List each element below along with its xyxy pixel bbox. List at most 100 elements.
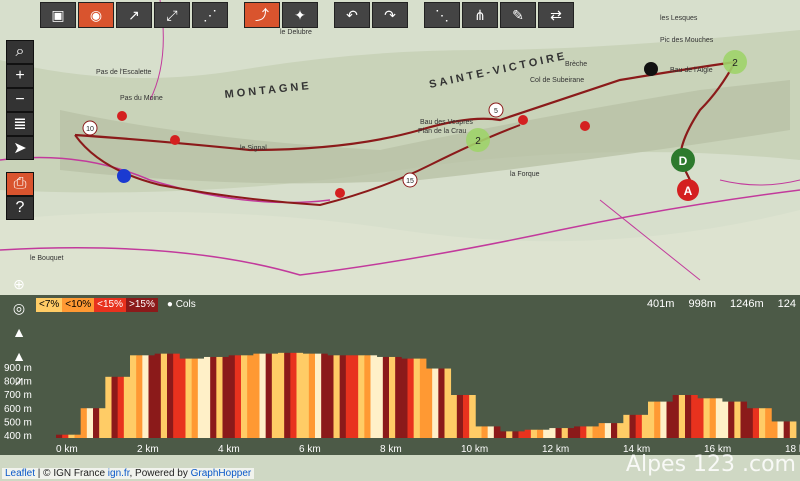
waypoint-marker-15[interactable]: 15 bbox=[402, 172, 418, 188]
locate-icon[interactable]: ➤ bbox=[6, 136, 34, 160]
profile-segment bbox=[86, 408, 94, 438]
profile-segment bbox=[148, 355, 156, 438]
profile-segment bbox=[500, 431, 507, 438]
zoom-in-icon[interactable]: + bbox=[6, 64, 34, 88]
graphhopper-link[interactable]: GraphHopper bbox=[191, 468, 252, 479]
poi-marker-3[interactable] bbox=[335, 188, 345, 198]
branch-icon[interactable]: ⋔ bbox=[462, 2, 498, 28]
legend-over15: >15% bbox=[126, 298, 158, 312]
profile-segment bbox=[703, 398, 711, 438]
profile-segment bbox=[105, 376, 112, 438]
col-marker[interactable] bbox=[644, 62, 658, 76]
svg-text:2: 2 bbox=[475, 136, 481, 147]
globe-icon[interactable]: ◎ bbox=[6, 296, 32, 320]
route-icon[interactable]: ↗ bbox=[116, 2, 152, 28]
search-icon[interactable]: ⌕ bbox=[6, 40, 34, 64]
profile-segment bbox=[604, 423, 612, 438]
profile-segment bbox=[123, 376, 131, 438]
profile-segment bbox=[364, 355, 371, 438]
label-pic-mouches: Pic des Mouches bbox=[660, 37, 714, 44]
poi-marker-4[interactable] bbox=[518, 115, 528, 125]
target-icon[interactable]: ⊕ bbox=[6, 272, 32, 296]
profile-segment bbox=[574, 426, 581, 438]
svg-text:D: D bbox=[679, 154, 688, 168]
ign-link[interactable]: ign.fr bbox=[108, 468, 130, 479]
end-marker-d[interactable]: D bbox=[671, 148, 695, 172]
endpoints-icon[interactable]: ⤢ bbox=[154, 2, 190, 28]
profile-segment bbox=[722, 401, 729, 438]
profile-segment bbox=[685, 395, 692, 438]
profile-segment bbox=[117, 376, 125, 438]
edit-icon[interactable]: ✎ bbox=[500, 2, 536, 28]
y-tick-label: 400 m bbox=[4, 431, 32, 442]
profile-segment bbox=[210, 356, 217, 438]
legend-15: <15% bbox=[94, 298, 127, 312]
help-icon[interactable]: ? bbox=[6, 196, 34, 220]
poi-marker-5[interactable] bbox=[580, 121, 590, 131]
profile-segment bbox=[438, 368, 445, 438]
image-icon[interactable]: ▣ bbox=[40, 2, 76, 28]
x-tick-label: 12 km bbox=[542, 444, 569, 455]
profile-segment bbox=[278, 352, 285, 438]
waypoint-marker-2-east[interactable]: 2 bbox=[723, 50, 747, 74]
map-canvas[interactable]: MONTAGNE SAINTE-VICTOIRE Bau des Vespres… bbox=[0, 0, 800, 481]
profile-segment bbox=[173, 353, 180, 438]
profile-segment bbox=[179, 358, 186, 438]
waypoint-marker-5[interactable]: 5 bbox=[488, 102, 504, 118]
legend-10: <10% bbox=[62, 298, 95, 312]
profile-segment bbox=[99, 408, 106, 438]
profile-segment bbox=[623, 414, 630, 438]
profile-segment bbox=[450, 395, 458, 438]
profile-segment bbox=[635, 414, 643, 438]
profile-segment bbox=[524, 429, 532, 438]
walking-icon[interactable]: ⤴ bbox=[244, 2, 280, 28]
x-tick-label: 6 km bbox=[299, 444, 321, 455]
poi-marker-1[interactable] bbox=[117, 111, 127, 121]
profile-segment bbox=[352, 355, 359, 438]
profile-segment bbox=[345, 355, 353, 438]
profile-segment bbox=[93, 408, 100, 438]
profile-segment bbox=[487, 426, 495, 438]
profile-segment bbox=[648, 401, 655, 438]
mountain-icon-2[interactable]: ▲ bbox=[6, 344, 32, 368]
leaflet-link[interactable]: Leaflet bbox=[5, 468, 35, 479]
poi-marker-2[interactable] bbox=[170, 135, 180, 145]
redo-icon[interactable]: ↷ bbox=[372, 2, 408, 28]
profile-segment bbox=[253, 353, 260, 438]
x-tick-label: 8 km bbox=[380, 444, 402, 455]
profile-segment bbox=[771, 421, 778, 438]
hiker-icon[interactable]: ✦ bbox=[282, 2, 318, 28]
profile-segment bbox=[333, 355, 341, 438]
current-position-marker[interactable] bbox=[117, 169, 131, 183]
nodes-icon[interactable]: ⋰ bbox=[192, 2, 228, 28]
profile-segment bbox=[321, 353, 328, 438]
profile-segment bbox=[247, 355, 254, 438]
swap-icon[interactable]: ⇄ bbox=[538, 2, 574, 28]
profile-segment bbox=[382, 356, 390, 438]
y-tick-label: 500 m bbox=[4, 417, 32, 428]
profile-segment bbox=[426, 368, 433, 438]
profile-segment bbox=[259, 353, 267, 438]
start-marker-a[interactable]: A bbox=[677, 179, 699, 201]
profile-segment bbox=[537, 429, 544, 438]
node-line-icon[interactable]: ⋱ bbox=[424, 2, 460, 28]
x-tick-label: 2 km bbox=[137, 444, 159, 455]
zoom-out-icon[interactable]: − bbox=[6, 88, 34, 112]
waypoint-marker-2-west[interactable]: 2 bbox=[466, 128, 490, 152]
undo-icon[interactable]: ↶ bbox=[334, 2, 370, 28]
stat-mid: 998m bbox=[688, 298, 716, 310]
svg-text:A: A bbox=[684, 184, 693, 198]
top-toolbar: ▣ ◉ ↗ ⤢ ⋰ ⤴ ✦ ↶ ↷ ⋱ ⋔ ✎ ⇄ bbox=[40, 2, 574, 28]
profile-segment bbox=[308, 353, 316, 438]
x-tick-label: 0 km bbox=[56, 444, 78, 455]
waypoint-marker-10[interactable]: 10 bbox=[82, 120, 98, 136]
profile-segment bbox=[530, 429, 538, 438]
mountain-icon-1[interactable]: ▲ bbox=[6, 320, 32, 344]
elevation-chart-icon[interactable]: ⩘ bbox=[6, 368, 32, 392]
profile-segment bbox=[660, 401, 667, 438]
eye-icon[interactable]: ◉ bbox=[78, 2, 114, 28]
print-icon[interactable]: ⎙ bbox=[6, 172, 34, 196]
layers-icon[interactable]: ≣ bbox=[6, 112, 34, 136]
x-tick-label: 4 km bbox=[218, 444, 240, 455]
profile-segment bbox=[715, 398, 723, 438]
